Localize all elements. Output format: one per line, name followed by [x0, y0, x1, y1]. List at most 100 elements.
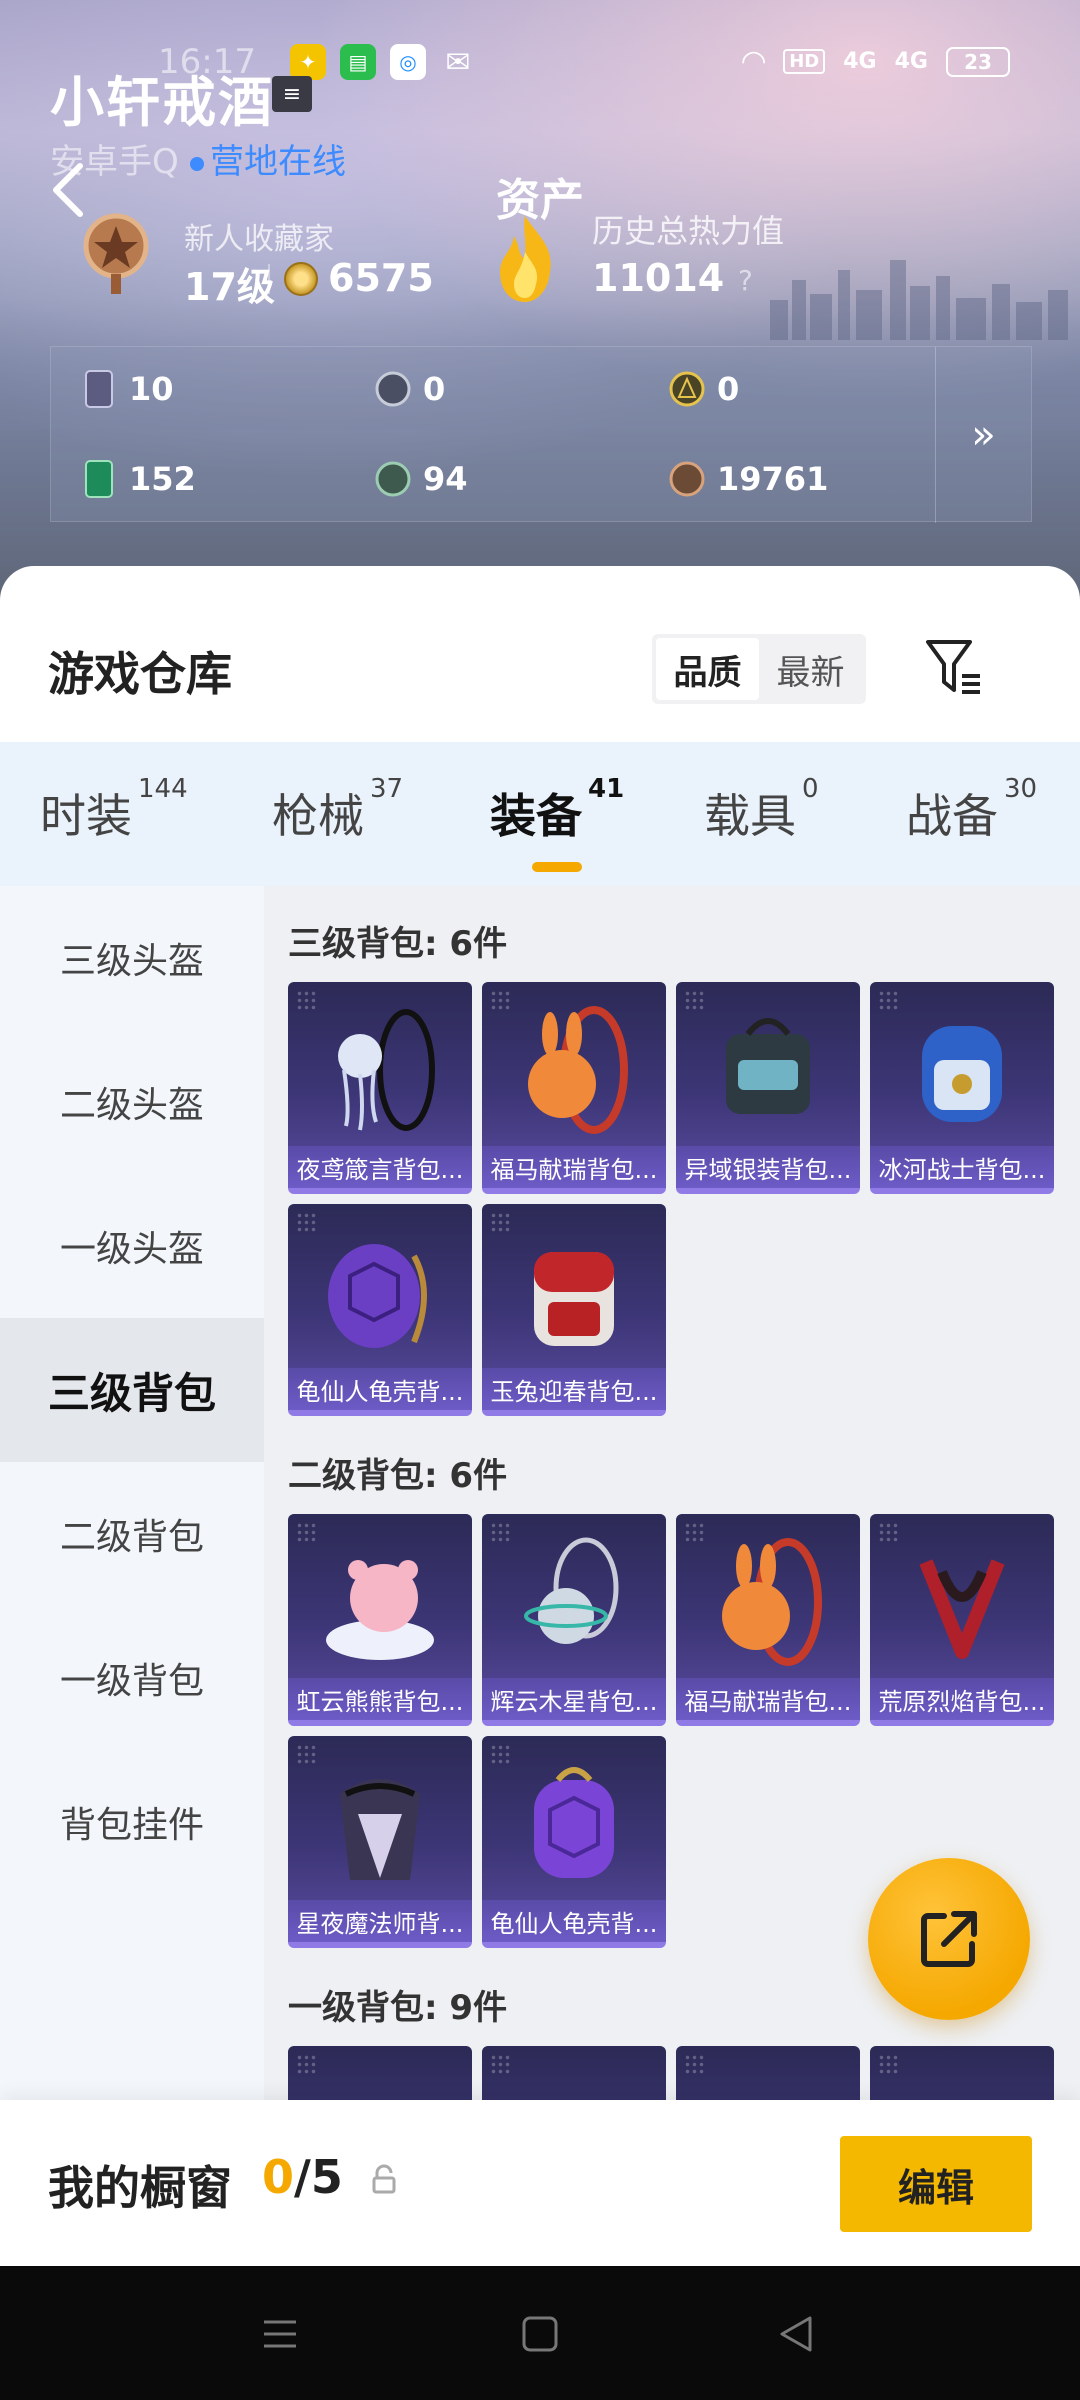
points-coin-icon: [284, 262, 318, 296]
item-card[interactable]: 夜鸢箴言背包...: [288, 982, 472, 1194]
filter-icon[interactable]: [924, 636, 984, 700]
tab-fashion[interactable]: 时装 144: [40, 774, 188, 846]
item-card[interactable]: 异域银装背包...: [676, 982, 860, 1194]
tab-guns[interactable]: 枪械 37: [272, 774, 403, 846]
tab-vehicles[interactable]: 载具 0: [704, 774, 819, 846]
item-card[interactable]: 龟仙人龟壳背...: [482, 1736, 666, 1948]
home-nav-icon[interactable]: [518, 2312, 562, 2356]
item-name: 福马献瑞背包...: [676, 1678, 860, 1720]
rank-badge-icon: [83, 213, 149, 294]
tab-equipment[interactable]: 装备 41: [490, 774, 624, 846]
rank-points: 6575: [328, 256, 434, 300]
section-title: 三级背包: 6件: [288, 924, 508, 964]
tab-label: 时装: [40, 789, 132, 843]
gold-token-icon: [669, 371, 705, 407]
showcase-count: 0/5: [262, 2150, 343, 2204]
rank-title: 新人收藏家: [184, 222, 334, 257]
asset-value: 94: [423, 460, 468, 498]
item-card[interactable]: 星夜魔法师背...: [288, 1736, 472, 1948]
subcategory-sidebar: 三级头盔 二级头盔 一级头盔 三级背包 二级背包 一级背包 背包挂件: [0, 886, 264, 2266]
silver-backpack-icon: [726, 1018, 810, 1114]
asset-summary: 10 0 0 152 94 19761 »: [50, 346, 1032, 523]
turtle-shell-backpack-icon: [534, 1767, 614, 1878]
card-pattern: [878, 2054, 900, 2076]
tab-count: 30: [1004, 774, 1038, 804]
lock-icon: [372, 2164, 396, 2194]
section-title: 一级背包: 9件: [288, 1988, 508, 2028]
item-name: 荒原烈焰背包...: [870, 1678, 1054, 1720]
item-card[interactable]: 荒原烈焰背包...: [870, 1514, 1054, 1726]
help-icon[interactable]: ?: [738, 264, 764, 297]
share-button[interactable]: [868, 1858, 1030, 2020]
tab-count: 144: [138, 774, 188, 804]
item-card[interactable]: 辉云木星背包...: [482, 1514, 666, 1726]
item-card[interactable]: 虹云熊熊背包...: [288, 1514, 472, 1726]
wizard-backpack-icon: [340, 1779, 420, 1880]
glacier-backpack-icon: [922, 1026, 1002, 1122]
asset-value: 10: [129, 370, 174, 408]
sort-toggle: 品质 最新: [652, 634, 866, 704]
assets-more-button[interactable]: »: [935, 347, 1031, 523]
user-tag-icon: ≡: [272, 76, 312, 112]
bear-cloud-backpack-icon: [326, 1560, 434, 1660]
signal-icon-1: 4G: [843, 49, 877, 74]
flame-backpack-icon: [919, 1559, 1005, 1659]
tab-label: 载具: [704, 789, 796, 843]
app-notification-icon: ✦: [290, 44, 326, 80]
edit-button[interactable]: 编辑: [840, 2136, 1032, 2232]
item-name: 龟仙人龟壳背...: [482, 1900, 666, 1942]
asset-item: 10: [81, 369, 174, 409]
battery-icon: 23: [946, 46, 1010, 77]
item-card[interactable]: 龟仙人龟壳背...: [288, 1204, 472, 1416]
item-name: 夜鸢箴言背包...: [288, 1146, 472, 1188]
item-grid: 三级背包: 6件 夜鸢箴言背包... 福马献瑞背包... 异域银装背包... 冰…: [264, 886, 1080, 2266]
system-navigation-bar: [0, 2266, 1080, 2400]
sidebar-item-backpack-3[interactable]: 三级背包: [0, 1318, 264, 1462]
item-name: 冰河战士背包...: [870, 1146, 1054, 1188]
heat-value: 11014: [592, 256, 725, 300]
tab-label: 枪械: [272, 789, 364, 843]
wifi-icon: ◠: [742, 44, 766, 79]
green-card-icon: [85, 460, 113, 498]
rank-level: 17级: [184, 265, 275, 309]
signal-icon-2: 4G: [894, 49, 928, 74]
mail-icon: ✉: [445, 44, 471, 80]
menu-nav-icon[interactable]: [258, 2312, 302, 2356]
item-card[interactable]: 冰河战士背包...: [870, 982, 1054, 1194]
item-name: 星夜魔法师背...: [288, 1900, 472, 1942]
showcase-total: /5: [294, 2150, 343, 2204]
system-status: ◠ HD 4G 4G 23: [742, 44, 1010, 79]
item-name: 辉云木星背包...: [482, 1678, 666, 1720]
rabbit-backpack-icon: [534, 1252, 614, 1346]
item-name: 异域银装背包...: [676, 1146, 860, 1188]
horse-backpack-icon: [528, 1006, 628, 1134]
sidebar-item-helmet-1[interactable]: 一级头盔: [0, 1174, 264, 1318]
tab-label: 装备: [490, 789, 582, 843]
green-coin-icon: [375, 461, 411, 497]
item-card[interactable]: 福马献瑞背包...: [676, 1514, 860, 1726]
asset-value: 152: [129, 460, 196, 498]
showcase-bar: 我的橱窗 0/5 编辑: [0, 2100, 1080, 2266]
sidebar-item-helmet-2[interactable]: 二级头盔: [0, 1030, 264, 1174]
battery-level: 23: [964, 49, 992, 74]
card-icon: [85, 370, 113, 408]
tab-label: 战备: [906, 789, 998, 843]
sort-quality-button[interactable]: 品质: [656, 638, 759, 700]
warehouse-title: 游戏仓库: [48, 647, 232, 701]
section-title: 二级背包: 6件: [288, 1456, 508, 1496]
city-skyline: [770, 260, 1068, 340]
jupiter-backpack-icon: [524, 1537, 619, 1644]
item-card[interactable]: 玉兔迎春背包...: [482, 1204, 666, 1416]
jellyfish-backpack-icon: [338, 1009, 435, 1131]
sidebar-item-pendant[interactable]: 背包挂件: [0, 1750, 264, 1894]
message-icon: ▤: [340, 44, 376, 80]
item-card[interactable]: 福马献瑞背包...: [482, 982, 666, 1194]
back-nav-icon[interactable]: [774, 2312, 818, 2356]
sidebar-item-backpack-2[interactable]: 二级背包: [0, 1462, 264, 1606]
showcase-current: 0: [262, 2150, 295, 2204]
sidebar-item-backpack-1[interactable]: 一级背包: [0, 1606, 264, 1750]
sidebar-item-helmet-3[interactable]: 三级头盔: [0, 886, 264, 1030]
sort-latest-button[interactable]: 最新: [759, 638, 862, 700]
tab-supplies[interactable]: 战备 30: [906, 774, 1037, 846]
asset-value: 0: [423, 370, 446, 408]
